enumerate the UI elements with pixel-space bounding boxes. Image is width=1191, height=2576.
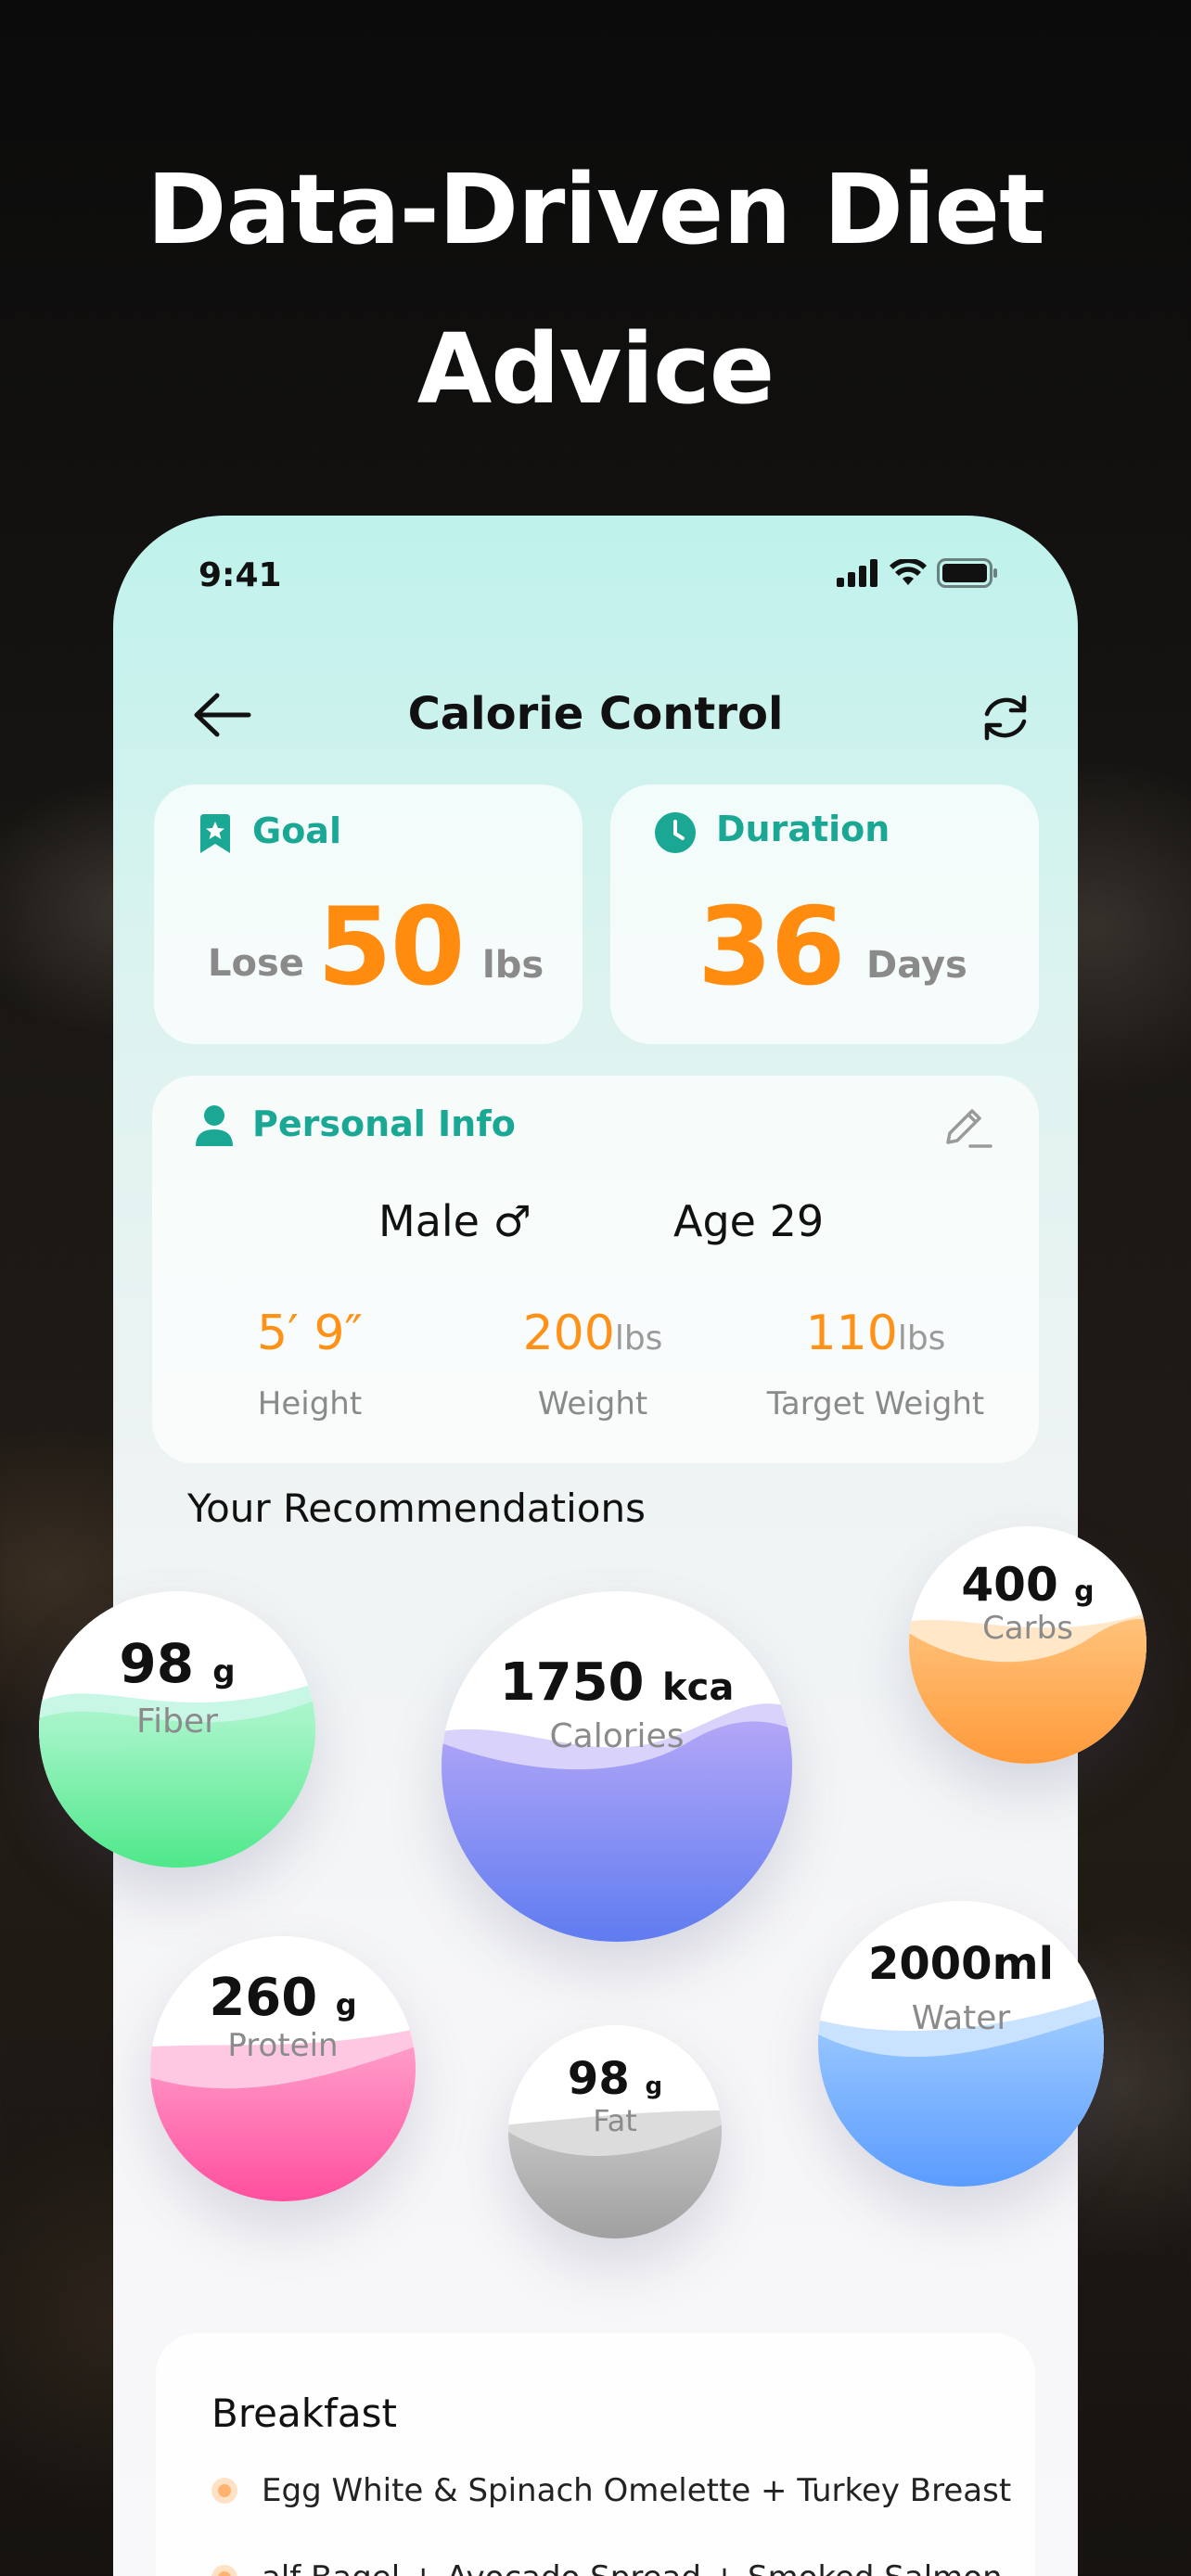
- goal-value: 50: [317, 885, 465, 1010]
- duration-value: 36: [698, 885, 845, 1010]
- user-icon: [196, 1105, 233, 1146]
- fat-label: Fat: [593, 2103, 637, 2138]
- duration-unit: Days: [866, 944, 967, 987]
- carbs-value: 400 g: [961, 1558, 1095, 1612]
- edit-pencil-icon[interactable]: [942, 1105, 994, 1150]
- page-title: Calorie Control: [407, 688, 784, 740]
- recommendations-title: Your Recommendations: [187, 1486, 646, 1531]
- bullet-dot-icon: [211, 2478, 237, 2504]
- weight-label: Weight: [537, 1385, 648, 1422]
- gender-value: Male ♂: [378, 1196, 531, 1246]
- status-icons: [837, 558, 998, 588]
- carbs-bubble[interactable]: 400 g Carbs: [909, 1526, 1146, 1764]
- meal-item-text: Egg White & Spinach Omelette + Turkey Br…: [262, 2472, 1012, 2509]
- protein-value: 260 g: [209, 1968, 357, 2028]
- carbs-label: Carbs: [982, 1610, 1073, 1647]
- protein-bubble[interactable]: 260 g Protein: [150, 1936, 416, 2201]
- fiber-label: Fiber: [136, 1702, 218, 1741]
- duration-label: Duration: [716, 809, 890, 849]
- calories-bubble[interactable]: 1750 kca Calories: [442, 1591, 792, 1942]
- breakfast-title: Breakfast: [211, 2391, 397, 2436]
- fiber-value: 98 g: [119, 1632, 236, 1695]
- personal-info-card: Personal Info Male ♂ Age 29 5′ 9″ Height…: [152, 1076, 1039, 1463]
- list-item[interactable]: Egg White & Spinach Omelette + Turkey Br…: [211, 2472, 1011, 2509]
- protein-label: Protein: [227, 2027, 339, 2064]
- goal-prefix: Lose: [208, 942, 304, 985]
- meal-item-text: alf Bagel + Avocado Spread + Smoked Salm…: [262, 2559, 1003, 2576]
- fat-value: 98 g: [567, 2053, 663, 2105]
- refresh-icon[interactable]: [978, 690, 1033, 746]
- cellular-signal-icon: [837, 559, 877, 587]
- fiber-bubble[interactable]: 98 g Fiber: [39, 1591, 315, 1868]
- goal-unit: lbs: [482, 944, 544, 987]
- breakfast-card[interactable]: Breakfast Egg White & Spinach Omelette +…: [156, 2333, 1035, 2576]
- height-label: Height: [257, 1385, 363, 1422]
- weight-value: 200lbs: [522, 1306, 663, 1361]
- age-value: Age 29: [673, 1196, 825, 1246]
- water-label: Water: [911, 1999, 1011, 2037]
- headline: Data-Driven Diet Advice: [0, 130, 1191, 449]
- personal-info-label: Personal Info: [252, 1103, 516, 1144]
- height-value: 5′ 9″: [257, 1306, 363, 1361]
- duration-card[interactable]: Duration 36 Days: [610, 784, 1039, 1044]
- headline-line-1: Data-Driven Diet: [147, 153, 1045, 266]
- headline-line-2: Advice: [416, 312, 775, 426]
- status-time: 9:41: [198, 556, 282, 594]
- calories-value: 1750 kca: [499, 1652, 735, 1713]
- clock-icon: [655, 812, 696, 853]
- bookmark-star-icon: [200, 814, 230, 853]
- calories-label: Calories: [549, 1717, 685, 1755]
- goal-card[interactable]: Goal Lose 50 lbs: [154, 784, 583, 1044]
- water-value: 2000ml: [867, 1938, 1055, 1990]
- target-weight-label: Target Weight: [766, 1385, 985, 1422]
- list-item[interactable]: alf Bagel + Avocado Spread + Smoked Salm…: [211, 2559, 1003, 2576]
- battery-icon: [937, 558, 997, 588]
- target-weight-value: 110lbs: [805, 1306, 946, 1361]
- wifi-icon: [890, 559, 927, 585]
- fat-bubble[interactable]: 98 g Fat: [508, 2025, 722, 2238]
- water-bubble[interactable]: 2000ml Water: [818, 1901, 1104, 2187]
- bullet-dot-icon: [211, 2565, 237, 2576]
- goal-label: Goal: [252, 810, 341, 851]
- calories-wave: [442, 1703, 792, 1942]
